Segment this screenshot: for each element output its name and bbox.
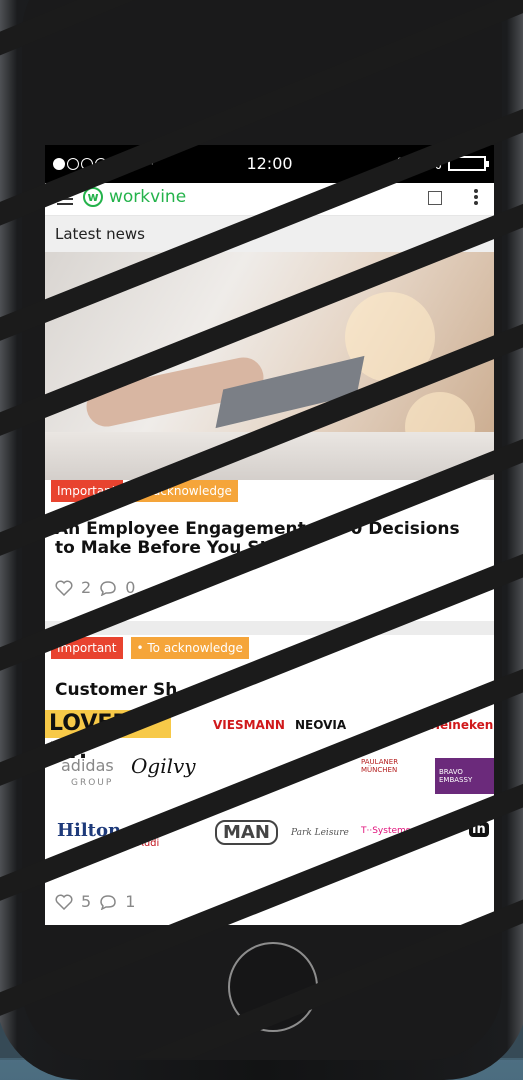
section-title: Latest news: [45, 216, 494, 252]
post-stats: 2 0: [45, 558, 494, 597]
like-count: 5: [81, 892, 92, 911]
workvine-logo-icon: w: [83, 187, 103, 207]
post-title[interactable]: An Employee Engagement A... 0 Decisions …: [45, 502, 494, 558]
brand-linkedin: in: [469, 822, 489, 837]
post-stats: 5 1: [45, 890, 494, 911]
status-bar: EE ◠ 12:00 100%: [45, 145, 494, 183]
comment-count: 0: [125, 578, 136, 597]
tag-to-acknowledge[interactable]: To acknowledge: [130, 480, 238, 502]
brand-paulaner: PAULANER MÜNCHEN: [361, 758, 399, 774]
brand-neovia: NEOVIA: [295, 718, 347, 732]
compose-icon[interactable]: [428, 191, 442, 205]
phone-screen: EE ◠ 12:00 100% w workvine Latest news I…: [45, 145, 494, 925]
brand-viessmann: VIESMANN: [213, 718, 285, 732]
post-tags: Important • To acknowledge: [45, 637, 494, 659]
brand-adidas: adidas: [61, 756, 114, 775]
news-card[interactable]: Important To acknowledge An Employee Eng…: [45, 252, 494, 635]
brand-hilton: Hilton: [57, 820, 122, 841]
post-tags: Important To acknowledge: [45, 480, 494, 502]
more-options-icon[interactable]: [474, 189, 478, 207]
brand-ogilvy: Ogilvy: [131, 754, 196, 778]
post-title[interactable]: Customer Sh... se: [45, 659, 494, 700]
tag-to-acknowledge[interactable]: • To acknowledge: [130, 637, 249, 659]
brand-park-leisure: Park Leisure: [291, 828, 349, 838]
app-header: w workvine: [45, 183, 494, 216]
app-name: workvine: [109, 187, 187, 207]
home-button[interactable]: [228, 942, 318, 1032]
like-count: 2: [81, 578, 92, 597]
heart-icon[interactable]: [55, 894, 73, 910]
brand-audi: Audi: [137, 838, 160, 849]
battery-label: 100%: [396, 154, 442, 173]
brand-showcase-image: LOVED BY: VIESMANN NEOVIA Heineken adida…: [45, 710, 494, 890]
comment-icon[interactable]: [99, 580, 117, 596]
brand-bravo-embassy: BRAVO EMBASSY: [435, 758, 494, 794]
brand-t-systems: T··Systems: [361, 826, 411, 836]
heart-icon[interactable]: [55, 580, 73, 596]
brand-heineken: Heineken: [430, 718, 494, 732]
brand-man: MAN: [215, 820, 278, 845]
brand-adidas-group: GROUP: [71, 778, 114, 788]
app-logo[interactable]: w workvine: [83, 187, 186, 207]
comment-count: 1: [125, 892, 136, 911]
tag-important[interactable]: Important: [51, 480, 123, 502]
post-hero-image: [45, 252, 494, 480]
news-card[interactable]: Important • To acknowledge Customer Sh..…: [45, 635, 494, 911]
tag-important[interactable]: Important: [51, 637, 123, 659]
battery-icon: [448, 156, 489, 171]
hamburger-menu-icon[interactable]: [57, 193, 73, 205]
card-divider: [45, 621, 494, 635]
comment-icon[interactable]: [99, 894, 117, 910]
loved-by-banner: LOVED BY:: [45, 710, 171, 764]
